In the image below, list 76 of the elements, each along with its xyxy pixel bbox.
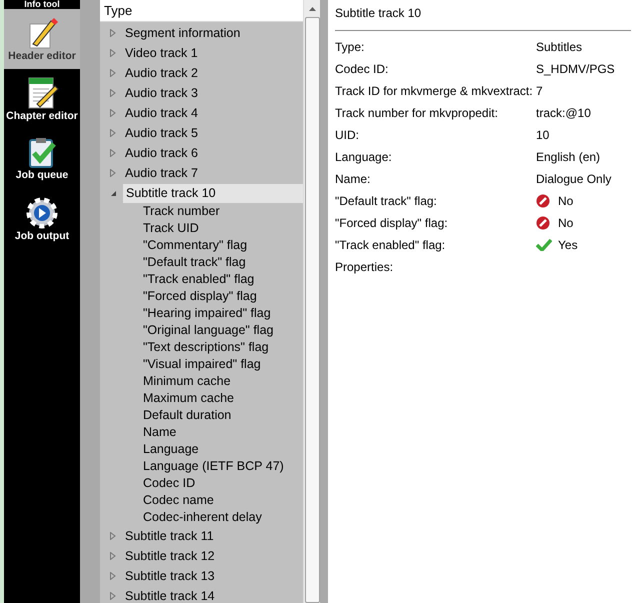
tree-item[interactable]: Codec-inherent delay	[100, 509, 303, 526]
tree-item[interactable]: Language (IETF BCP 47)	[100, 458, 303, 475]
tree-item[interactable]: "Track enabled" flag	[100, 271, 303, 288]
field-label: Name:	[335, 171, 372, 188]
collapsed-arrow-icon[interactable]	[110, 149, 116, 157]
tree-item[interactable]: Name	[100, 424, 303, 441]
tree-item[interactable]: Subtitle track 10	[123, 184, 303, 202]
collapsed-arrow-icon[interactable]	[110, 89, 116, 97]
tree-item[interactable]: Subtitle track 11	[122, 526, 303, 546]
field-label: Track ID for mkvmerge & mkvextract:	[335, 83, 534, 100]
tree-item[interactable]: Segment information	[122, 24, 303, 42]
collapsed-arrow-icon[interactable]	[110, 572, 116, 580]
field-label: Track number for mkvpropedit:	[335, 105, 499, 122]
splitter-handle[interactable]	[320, 0, 328, 603]
tree-item[interactable]: "Visual impaired" flag	[100, 356, 303, 373]
panel-title: Subtitle track 10	[335, 3, 631, 31]
tree-item[interactable]: Default duration	[100, 407, 303, 424]
field-value: 10	[536, 127, 550, 144]
tree-item[interactable]: Subtitle track 13	[122, 566, 303, 586]
tree-item[interactable]: Language	[100, 441, 303, 458]
field-value: No	[558, 215, 574, 232]
tree-item[interactable]: Codec ID	[100, 475, 303, 492]
tree-item[interactable]: Audio track 3	[122, 84, 303, 102]
tree-item[interactable]: Maximum cache	[100, 390, 303, 407]
field-value: Yes	[558, 237, 578, 254]
tree-item[interactable]: Audio track 7	[122, 164, 303, 182]
tree-item[interactable]: "Commentary" flag	[100, 237, 303, 254]
collapsed-arrow-icon[interactable]	[110, 552, 116, 560]
field-label: Language:	[335, 149, 393, 166]
sidebar-item[interactable]: Job queue	[4, 129, 80, 189]
field-label: Codec ID:	[335, 61, 390, 78]
field-label: "Default track" flag:	[335, 193, 438, 210]
clipboard-check-icon	[26, 137, 58, 169]
sidebar-item[interactable]: Info tool	[4, 0, 80, 9]
collapsed-arrow-icon[interactable]	[110, 129, 116, 137]
collapsed-arrow-icon[interactable]	[110, 532, 116, 540]
collapsed-arrow-icon[interactable]	[110, 29, 116, 37]
tree-item[interactable]: Track UID	[100, 220, 303, 237]
field-label: Properties:	[335, 259, 394, 276]
sidebar-item[interactable]: Job output	[4, 189, 80, 249]
field-value: English (en)	[536, 149, 600, 166]
collapsed-arrow-icon[interactable]	[110, 592, 116, 600]
collapsed-arrow-icon[interactable]	[110, 69, 116, 77]
tree-item[interactable]: Audio track 2	[122, 64, 303, 82]
field-value: S_HDMV/PGS	[536, 61, 615, 78]
tree-item[interactable]: Subtitle track 12	[122, 546, 303, 566]
tree-item[interactable]: "Forced display" flag	[100, 288, 303, 305]
tree-item[interactable]: Subtitle track 14	[122, 586, 303, 603]
field-value: 7	[536, 83, 543, 100]
collapsed-arrow-icon[interactable]	[110, 169, 116, 177]
tree-item[interactable]: Audio track 4	[122, 104, 303, 122]
collapsed-arrow-icon[interactable]	[110, 109, 116, 117]
field-value: Dialogue Only	[536, 171, 612, 188]
scroll-up-icon[interactable]	[308, 7, 316, 11]
tree-item[interactable]: "Default track" flag	[100, 254, 303, 271]
tree-item[interactable]: "Hearing impaired" flag	[100, 305, 303, 322]
tree-item[interactable]: Minimum cache	[100, 373, 303, 390]
sidebar-item[interactable]: Header editor	[4, 9, 80, 69]
expanded-arrow-icon[interactable]	[110, 190, 117, 196]
sidebar-item[interactable]: Chapter editor	[4, 69, 80, 129]
field-value: track:@10	[536, 105, 591, 122]
field-label: UID:	[335, 127, 360, 144]
field-label: "Track enabled" flag:	[335, 237, 446, 254]
field-value: Subtitles	[536, 39, 582, 56]
tree-item[interactable]: Audio track 6	[122, 144, 303, 162]
tree-item[interactable]: Codec name	[100, 492, 303, 509]
tree-item[interactable]: Track number	[100, 203, 303, 220]
field-value: No	[558, 193, 574, 210]
gear-play-icon	[25, 196, 59, 230]
field-label: "Forced display" flag:	[335, 215, 449, 232]
tree-item[interactable]: "Text descriptions" flag	[100, 339, 303, 356]
tree-item[interactable]: Video track 1	[122, 44, 303, 62]
collapsed-arrow-icon[interactable]	[110, 49, 116, 57]
tree-item[interactable]: "Original language" flag	[100, 322, 303, 339]
tree-item[interactable]: Audio track 5	[122, 124, 303, 142]
field-label: Type:	[335, 39, 366, 56]
